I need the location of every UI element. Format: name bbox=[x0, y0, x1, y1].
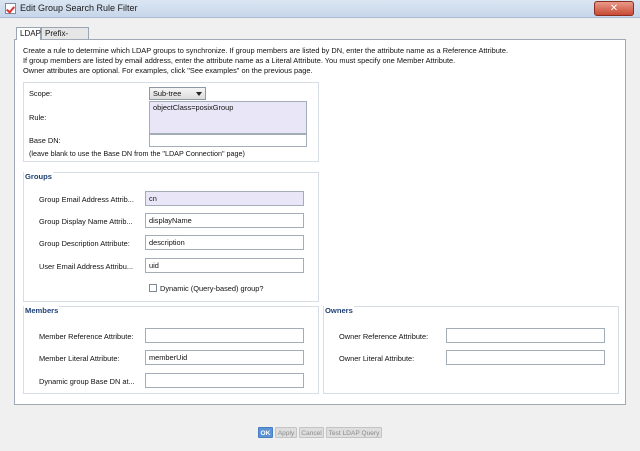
group-description-input[interactable]: description bbox=[145, 235, 304, 250]
groups-title: Groups bbox=[24, 172, 54, 181]
rule-textarea[interactable]: objectClass=posixGroup bbox=[149, 101, 307, 134]
scope-label: Scope: bbox=[29, 89, 53, 98]
apply-button[interactable]: Apply bbox=[275, 427, 297, 438]
member-literal-input[interactable]: memberUid bbox=[145, 350, 304, 365]
search-rule-section: Scope: Sub-tree Rule: objectClass=posixG… bbox=[23, 82, 319, 162]
group-description-label: Group Description Attribute: bbox=[39, 239, 130, 248]
dynamic-group-label: Dynamic (Query-based) group? bbox=[160, 284, 264, 293]
owner-literal-label: Owner Literal Attribute: bbox=[339, 354, 415, 363]
intro-line: Owner attributes are optional. For examp… bbox=[23, 66, 313, 75]
dynamic-base-dn-input[interactable] bbox=[145, 373, 304, 388]
ok-button[interactable]: OK bbox=[258, 427, 273, 438]
window-title: Edit Group Search Rule Filter bbox=[20, 3, 138, 13]
owner-reference-input[interactable] bbox=[446, 328, 605, 343]
intro-text: Create a rule to determine which LDAP gr… bbox=[23, 46, 508, 76]
member-literal-label: Member Literal Attribute: bbox=[39, 354, 120, 363]
title-bar: Edit Group Search Rule Filter ✕ bbox=[0, 0, 640, 18]
owner-reference-label: Owner Reference Attribute: bbox=[339, 332, 429, 341]
owners-title: Owners bbox=[324, 306, 354, 315]
test-ldap-query-button[interactable]: Test LDAP Query bbox=[326, 427, 382, 438]
group-display-input[interactable]: displayName bbox=[145, 213, 304, 228]
scope-select[interactable]: Sub-tree bbox=[149, 87, 206, 100]
member-reference-input[interactable] bbox=[145, 328, 304, 343]
user-email-input[interactable]: uid bbox=[145, 258, 304, 273]
intro-line: Create a rule to determine which LDAP gr… bbox=[23, 46, 509, 55]
members-title: Members bbox=[24, 306, 60, 315]
cancel-button[interactable]: Cancel bbox=[299, 427, 324, 438]
group-email-input[interactable]: cn bbox=[145, 191, 304, 206]
dialog-button-bar: OK Apply Cancel Test LDAP Query bbox=[0, 427, 640, 438]
base-dn-hint: (leave blank to use the Base DN from the… bbox=[29, 149, 245, 158]
group-email-label: Group Email Address Attrib... bbox=[39, 195, 134, 204]
base-dn-input[interactable] bbox=[149, 134, 307, 147]
member-reference-label: Member Reference Attribute: bbox=[39, 332, 134, 341]
chevron-down-icon bbox=[196, 92, 202, 96]
owners-section: Owners Owner Reference Attribute: Owner … bbox=[323, 306, 619, 394]
groups-section: Groups Group Email Address Attrib... cn … bbox=[23, 172, 319, 302]
tab-prefix-suffix[interactable]: Prefix-Suffix bbox=[41, 27, 89, 49]
app-checkmark-icon bbox=[5, 3, 16, 14]
dynamic-base-dn-label: Dynamic group Base DN at... bbox=[39, 377, 135, 386]
intro-line: If group members are listed by email add… bbox=[23, 56, 456, 65]
dynamic-group-checkbox[interactable] bbox=[149, 284, 157, 292]
user-email-label: User Email Address Attribu... bbox=[39, 262, 134, 271]
group-display-label: Group Display Name Attrib... bbox=[39, 217, 133, 226]
close-button[interactable]: ✕ bbox=[594, 1, 634, 16]
base-dn-label: Base DN: bbox=[29, 136, 61, 145]
tab-ldap[interactable]: LDAP bbox=[16, 27, 41, 40]
owner-literal-input[interactable] bbox=[446, 350, 605, 365]
rule-label: Rule: bbox=[29, 113, 47, 122]
scope-value: Sub-tree bbox=[153, 89, 182, 98]
ldap-tab-panel: Create a rule to determine which LDAP gr… bbox=[14, 39, 626, 405]
members-section: Members Member Reference Attribute: Memb… bbox=[23, 306, 319, 394]
